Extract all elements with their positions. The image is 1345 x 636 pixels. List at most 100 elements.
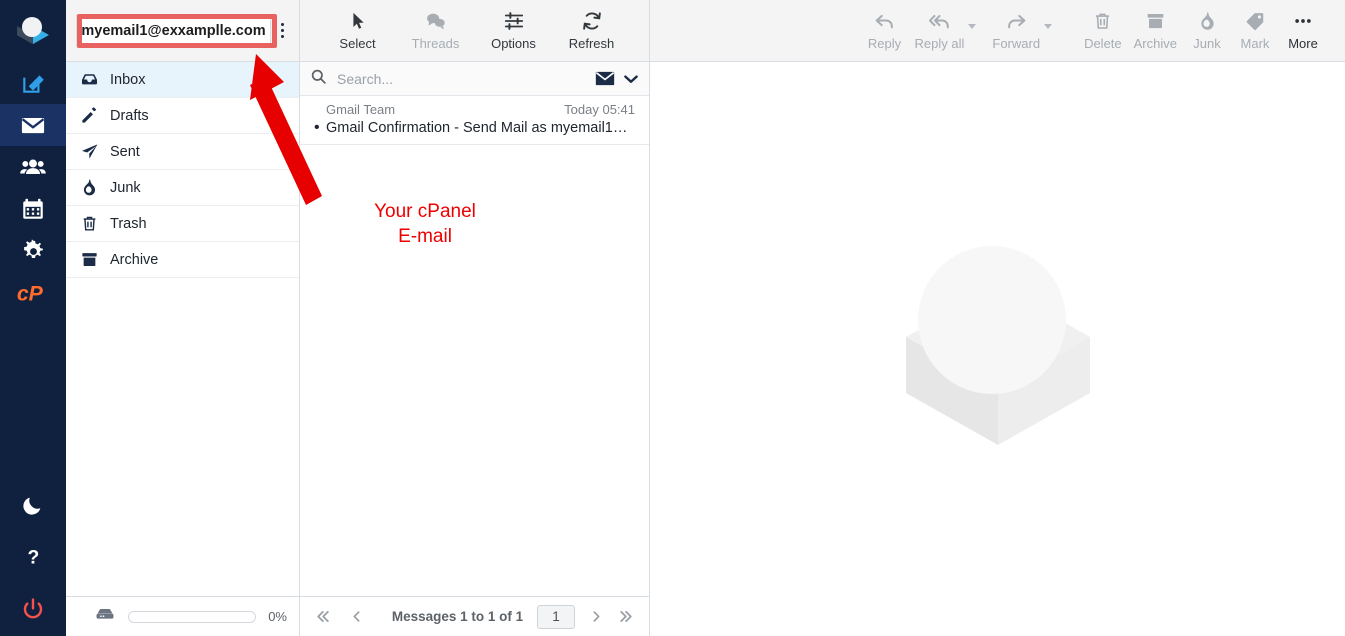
tag-icon — [1244, 8, 1266, 34]
svg-text:cP: cP — [17, 282, 44, 306]
folder-label: Junk — [110, 179, 141, 196]
more-label: More — [1288, 36, 1318, 51]
message-date: Today 05:41 — [564, 102, 635, 117]
search-input[interactable] — [335, 69, 587, 88]
message-sender: Gmail Team — [326, 102, 396, 117]
quota-percent-label: 0% — [268, 609, 287, 624]
junk-label: Junk — [1193, 36, 1221, 51]
reply-all-button[interactable]: Reply all — [909, 8, 971, 51]
message-row[interactable]: Gmail Team Today 05:41 • Gmail Confirmat… — [300, 96, 649, 145]
folder-item-trash[interactable]: Trash — [66, 206, 299, 242]
dot-1 — [280, 23, 284, 26]
next-page-button[interactable] — [589, 608, 604, 625]
rail-item-help[interactable]: ? — [0, 536, 66, 578]
folder-label: Inbox — [110, 71, 146, 88]
message-subject-line: • Gmail Confirmation - Send Mail as myem… — [314, 119, 637, 137]
roundcube-watermark-logo-icon — [888, 237, 1108, 462]
more-button[interactable]: More — [1279, 8, 1327, 51]
reply-label: Reply — [867, 36, 902, 51]
folder-list: Inbox Drafts Sent Junk Trash Archive — [66, 62, 299, 596]
rail-item-logout[interactable] — [0, 588, 66, 630]
message-rows: Gmail Team Today 05:41 • Gmail Confirmat… — [300, 96, 649, 596]
account-email-box[interactable]: myemail1@exxamplle.com — [76, 13, 271, 48]
select-button[interactable]: Select — [328, 8, 388, 51]
threads-icon — [424, 8, 447, 34]
last-page-button[interactable] — [618, 608, 635, 625]
options-label: Options — [491, 36, 536, 51]
delete-button[interactable]: Delete — [1078, 8, 1128, 51]
archive-button[interactable]: Archive — [1128, 8, 1183, 51]
reply-button[interactable]: Reply — [861, 8, 909, 51]
archive-label: Archive — [1133, 36, 1177, 51]
previous-page-button[interactable] — [349, 608, 364, 625]
message-list-pane: Select Threads Options Refresh Search...… — [300, 0, 650, 636]
folder-item-inbox[interactable]: Inbox — [66, 62, 299, 98]
rail-item-settings[interactable] — [0, 230, 66, 272]
rail-item-compose[interactable] — [0, 62, 66, 104]
rail-item-cpanel[interactable]: cP — [0, 272, 66, 314]
app-rail: cP ? — [0, 0, 66, 636]
message-list-toolbar: Select Threads Options Refresh — [300, 0, 649, 62]
trash-icon — [1092, 8, 1113, 34]
message-meta: Gmail Team Today 05:41 — [314, 102, 637, 120]
unread-dot-icon: • — [314, 119, 320, 136]
refresh-button[interactable]: Refresh — [562, 8, 622, 51]
folder-label: Sent — [110, 143, 140, 160]
junk-button[interactable]: Junk — [1183, 8, 1231, 51]
rail-item-contacts[interactable] — [0, 146, 66, 188]
folder-label: Trash — [110, 215, 147, 232]
select-label: Select — [339, 36, 376, 51]
flame-icon — [80, 178, 106, 197]
mark-button[interactable]: Mark — [1231, 8, 1279, 51]
options-button[interactable]: Options — [484, 8, 544, 51]
svg-text:?: ? — [28, 547, 40, 568]
rail-bottom-group: ? — [0, 484, 66, 636]
account-header: myemail1@exxamplle.com — [66, 0, 299, 62]
rail-item-calendar[interactable] — [0, 188, 66, 230]
message-view-pane: Reply Reply all Forward Delete Archive J… — [650, 0, 1345, 636]
threads-label: Threads — [411, 36, 460, 51]
dot-3 — [280, 35, 284, 38]
pager-status-label: Messages 1 to 1 of 1 — [391, 609, 524, 624]
folder-item-sent[interactable]: Sent — [66, 134, 299, 170]
refresh-label: Refresh — [568, 36, 615, 51]
mark-label: Mark — [1240, 36, 1270, 51]
rail-item-dark-mode[interactable] — [0, 484, 66, 526]
forward-icon — [1005, 8, 1028, 34]
folder-item-junk[interactable]: Junk — [66, 170, 299, 206]
reply-icon — [873, 8, 896, 34]
folder-item-archive[interactable]: Archive — [66, 242, 299, 278]
rail-spacer — [0, 526, 66, 536]
folder-label: Drafts — [110, 107, 149, 124]
envelope-icon[interactable] — [595, 71, 615, 86]
disk-icon — [94, 606, 116, 627]
message-actions-toolbar: Reply Reply all Forward Delete Archive J… — [650, 0, 1345, 62]
archive-box-icon — [80, 250, 106, 269]
cursor-arrow-icon — [348, 8, 368, 34]
account-options-menu-icon[interactable] — [271, 14, 293, 48]
quota-indicator: 0% — [66, 596, 299, 636]
message-subject: Gmail Confirmation - Send Mail as myemai… — [326, 120, 628, 136]
rail-spacer-2 — [0, 578, 66, 588]
reply-all-dropdown-icon[interactable] — [968, 24, 977, 29]
sliders-icon — [503, 8, 525, 34]
reply-all-label: Reply all — [914, 36, 965, 51]
rail-item-mail[interactable] — [0, 104, 66, 146]
first-page-button[interactable] — [314, 608, 331, 625]
inbox-icon — [80, 70, 106, 89]
roundcube-webmail-window: cP ? myemail1@exxamplle.com Inbox Drafts… — [0, 0, 1345, 636]
flame-icon — [1197, 8, 1218, 34]
chevron-down-icon[interactable] — [623, 73, 639, 85]
message-view-placeholder — [650, 62, 1345, 636]
roundcube-logo-icon — [0, 0, 66, 62]
forward-dropdown-icon[interactable] — [1044, 24, 1053, 29]
quota-progress-bar — [128, 610, 257, 623]
forward-button[interactable]: Forward — [986, 8, 1046, 51]
folder-item-drafts[interactable]: Drafts — [66, 98, 299, 134]
pencil-icon — [80, 106, 106, 125]
ellipsis-icon — [1291, 8, 1315, 34]
folder-pane: myemail1@exxamplle.com Inbox Drafts Sent… — [66, 0, 300, 636]
page-number-input[interactable] — [537, 604, 575, 629]
forward-label: Forward — [992, 36, 1041, 51]
threads-button[interactable]: Threads — [406, 8, 466, 51]
